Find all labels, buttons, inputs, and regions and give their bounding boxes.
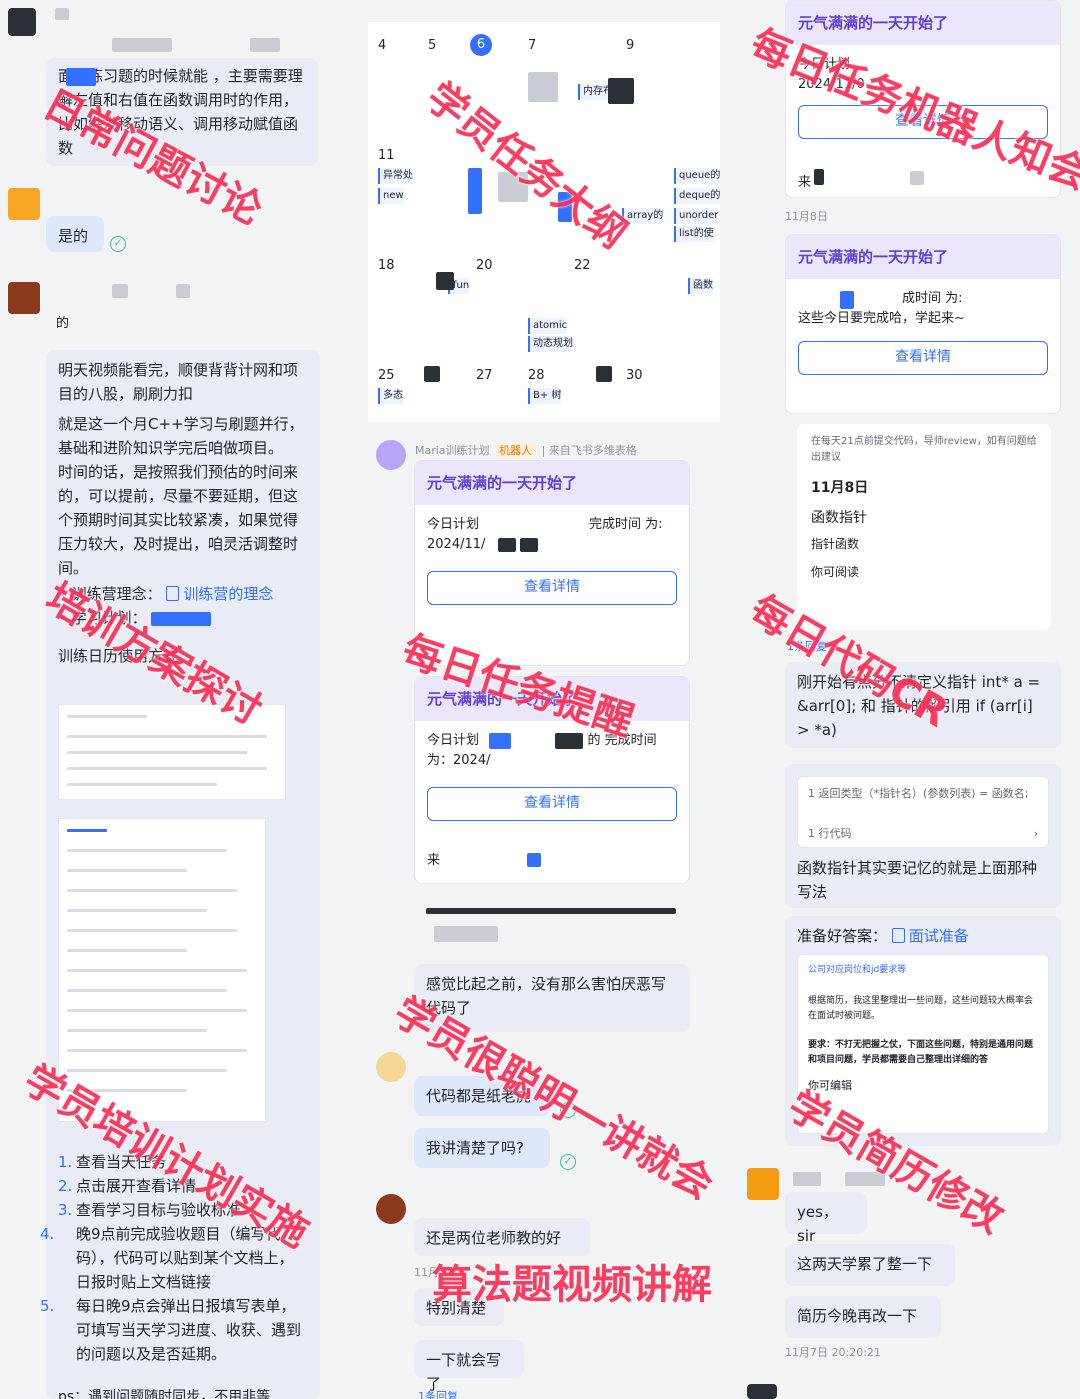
view-details-button[interactable]: 查看详情 [427, 571, 677, 605]
message-text: 这两天学累了整一下 [797, 1255, 933, 1273]
card-text: 来 [798, 175, 812, 190]
message-bubble: yes，sir [785, 1192, 867, 1245]
bot-avatar[interactable] [376, 440, 406, 470]
blurred-name [112, 284, 128, 298]
view-details-button[interactable]: 查看详情 [798, 341, 1048, 375]
blurred-name [176, 284, 190, 298]
avatar[interactable] [8, 282, 40, 314]
view-details-button[interactable]: 查看详情 [427, 787, 677, 821]
blurred-name [434, 926, 498, 942]
doc-heading: 指针函数 [811, 537, 860, 551]
message-text: 简历今晚再改一下 [797, 1307, 918, 1325]
paragraph: 明天视频能看完，顺便背背计网和项目的八股，刷刷力扣 [58, 361, 299, 403]
blurred-name [112, 38, 172, 52]
doc-note: 在每天21点前提交代码，导师review，如有问题给出建议 [811, 436, 1037, 463]
doc-link[interactable]: 面试准备 [891, 927, 969, 945]
card-text: 2024/11/ [427, 537, 486, 552]
avatar[interactable] [747, 1384, 777, 1399]
timestamp: 11月8日 [785, 210, 828, 223]
avatar[interactable] [8, 8, 36, 36]
message-bubble: 1 返回类型（*指针名）(参数列表) = 函数名; 1 行代码 › 函数指针其实… [785, 764, 1061, 908]
card-title: 元气满满的一天开始了 [415, 461, 689, 505]
message-bubble: 这两天学累了整一下 [785, 1244, 955, 1286]
message-bubble: 还是两位老师教的好 [414, 1218, 590, 1256]
avatar[interactable] [376, 1052, 406, 1082]
paragraph: 时间的话，是按照我们预估的时间来的，可以提前，尽量不要延期，但这个预期时间其实比… [58, 463, 299, 577]
avatar[interactable] [747, 1168, 779, 1200]
card-text: 来 [427, 853, 441, 868]
message-text: 我讲清楚了吗? [426, 1139, 524, 1157]
message-text: 是的 [58, 227, 89, 245]
list-item: 5. 每日晚9点会弹出日报填写表单，可填写当天学习进度、收获、遇到的问题以及是否延… [40, 1297, 302, 1363]
message-bubble: 我讲清楚了吗? [414, 1128, 550, 1168]
task-card: 元气满满的一天开始了 成时间 为: 这些今日要完成哈，学起来~ 查看详情 [785, 234, 1061, 414]
doc-preview[interactable]: 在每天21点前提交代码，导师review，如有问题给出建议 11月8日 函数指针… [797, 424, 1051, 630]
annotation-label: 算法题视频讲解 [432, 1262, 712, 1308]
message-text: yes，sir [797, 1203, 838, 1245]
read-check-icon: ✓ [560, 1154, 576, 1170]
card-text: 今日计划 [427, 517, 480, 532]
footer-text: ps：遇到问题随时同步，不用非等 [58, 1389, 271, 1399]
message-text: 还是两位老师教的好 [426, 1229, 562, 1247]
message-bubble: 是的 [46, 216, 104, 252]
doc-link[interactable]: 训练营的理念 [166, 585, 273, 603]
card-text: 今日计划 [427, 733, 480, 748]
avatar[interactable] [8, 188, 40, 220]
message-text: 一下就会写了 [426, 1351, 502, 1393]
card-text: 成时间 为: [902, 291, 963, 306]
message-bubble: 一下就会写了 [414, 1340, 524, 1393]
doc-icon [166, 586, 180, 601]
message-bubble: 简历今晚再改一下 [785, 1296, 941, 1338]
code-block[interactable]: 1 返回类型（*指针名）(参数列表) = 函数名; 1 行代码 › [797, 776, 1049, 848]
divider [426, 908, 676, 914]
chevron-right-icon: › [1033, 827, 1038, 840]
doc-heading: 函数指针 [811, 510, 867, 526]
card-title: 元气满满的一天开始了 [786, 235, 1060, 279]
blurred-name [250, 38, 280, 52]
timestamp: 11月7日 20:20:21 [785, 1346, 881, 1359]
read-check-icon: ✓ [110, 236, 126, 252]
message-text: 准备好答案： 面试准备 [797, 927, 969, 945]
blurred-name [55, 8, 69, 20]
card-text: 为：2024/ [427, 753, 491, 768]
sender-name: 的 [56, 316, 70, 331]
message-text: 函数指针其实要记忆的就是上面那种写法 [797, 859, 1038, 901]
card-text: 这些今日要完成哈，学起来~ [798, 311, 965, 326]
avatar[interactable] [376, 1194, 406, 1224]
paragraph: 就是这一个月C++学习与刷题并行，基础和进阶知识学完后咱做项目。 [58, 415, 304, 457]
reply-count[interactable]: 1条回复 [418, 1388, 458, 1399]
bot-header: Maria训练计划 机器人 | 来自飞书多维表格 [415, 444, 637, 457]
doc-permission: 你可阅读 [811, 565, 860, 579]
doc-icon [891, 928, 905, 943]
doc-heading: 11月8日 [811, 480, 869, 496]
